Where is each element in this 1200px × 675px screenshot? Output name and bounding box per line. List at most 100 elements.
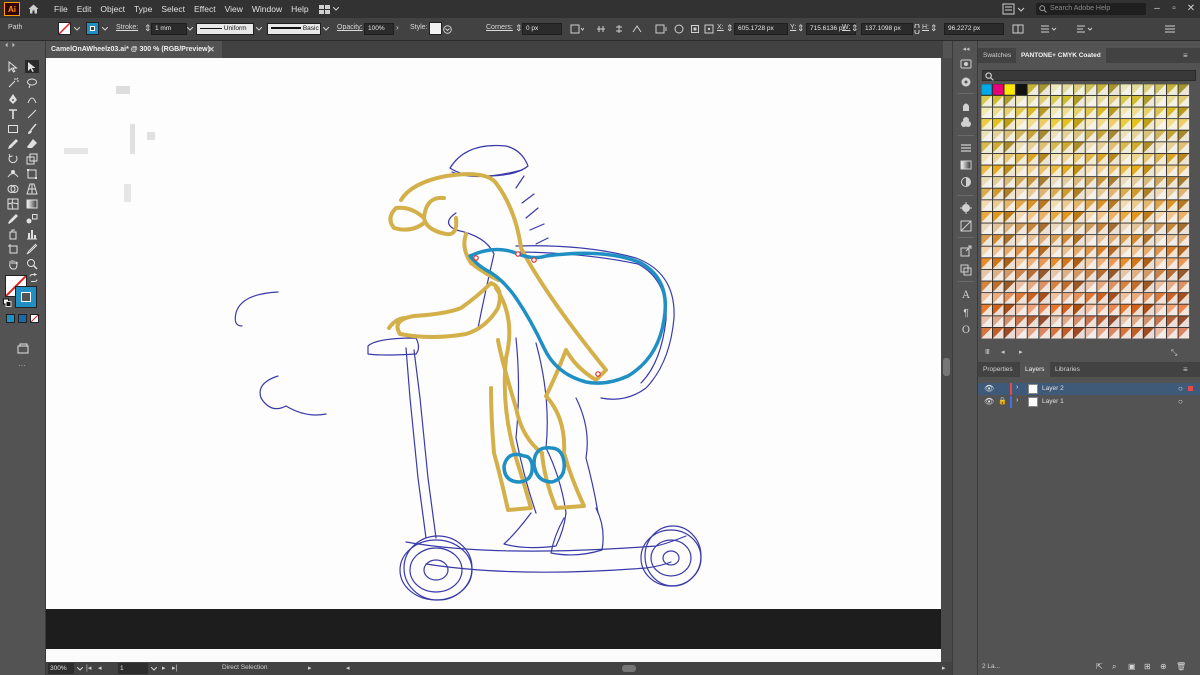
menu-type[interactable]: Type xyxy=(134,4,152,14)
swatch-cell[interactable] xyxy=(1131,304,1144,316)
swatch-cell[interactable] xyxy=(1119,234,1132,247)
swatch-cell[interactable] xyxy=(1131,188,1144,200)
brushes-panel-icon[interactable] xyxy=(959,115,973,128)
swatch-cell[interactable] xyxy=(1085,234,1097,247)
swatch-cell[interactable] xyxy=(1027,84,1039,96)
swatch-cell[interactable] xyxy=(1027,199,1039,212)
swatch-cell[interactable] xyxy=(1177,292,1190,305)
selection-tool-icon[interactable] xyxy=(6,60,20,73)
swatch-cell[interactable] xyxy=(1073,141,1086,154)
swatch-cell[interactable] xyxy=(1177,118,1190,131)
rotate-tool-icon[interactable] xyxy=(6,152,20,165)
swatch-cell[interactable] xyxy=(981,315,993,328)
swatch-cell[interactable] xyxy=(981,95,993,107)
swatch-cell[interactable] xyxy=(1131,292,1144,305)
swatch-cell[interactable] xyxy=(1131,118,1144,131)
swatch-cell[interactable] xyxy=(1108,188,1120,200)
opentype-panel-icon[interactable]: O xyxy=(959,324,973,337)
swatch-cell[interactable] xyxy=(1085,304,1097,316)
style-dropdown-icon[interactable] xyxy=(443,25,452,34)
swatch-cell[interactable] xyxy=(1108,280,1120,293)
swatch-cell[interactable] xyxy=(1108,84,1120,96)
swatch-cell[interactable] xyxy=(981,211,993,223)
swatch-cell[interactable] xyxy=(992,164,1004,177)
swatch-cell[interactable] xyxy=(1108,95,1120,107)
swatch-cell[interactable] xyxy=(1085,327,1097,339)
swatch-cell[interactable] xyxy=(1154,269,1167,281)
swatch-cell[interactable] xyxy=(1154,211,1167,223)
swatch-cell[interactable] xyxy=(1050,118,1062,131)
swatch-cell[interactable] xyxy=(1096,153,1109,165)
x-stepper-icon[interactable]: ⇕ xyxy=(726,23,734,34)
swatch-cell[interactable] xyxy=(1038,176,1051,189)
swatch-cell[interactable] xyxy=(1073,257,1086,270)
swatch-cell[interactable] xyxy=(1061,246,1074,258)
swatch-cell[interactable] xyxy=(1166,176,1178,189)
swatch-cell[interactable] xyxy=(1061,211,1074,223)
swatch-cell[interactable] xyxy=(1154,153,1167,165)
swatch-cell[interactable] xyxy=(1143,246,1155,258)
swatch-cell[interactable] xyxy=(1015,176,1028,189)
swatch-cell[interactable] xyxy=(1119,315,1132,328)
opacity-label[interactable]: Opacity: xyxy=(337,24,363,31)
swatch-cell[interactable] xyxy=(1061,106,1074,119)
swatch-cell[interactable] xyxy=(1073,199,1086,212)
swatch-cell[interactable] xyxy=(1061,153,1074,165)
swatch-cell[interactable] xyxy=(1027,164,1039,177)
swatch-cell[interactable] xyxy=(1015,199,1028,212)
align-icon[interactable] xyxy=(570,24,584,34)
swatch-cell[interactable] xyxy=(1154,257,1167,270)
swatch-cell[interactable] xyxy=(1177,106,1190,119)
swatch-cell[interactable] xyxy=(1131,84,1144,96)
control-bar-menu-icon[interactable] xyxy=(1164,24,1176,34)
swatch-cell[interactable] xyxy=(1038,118,1051,131)
layer-row-layer-1[interactable]: 👁 🔒 › Layer 1 ○ xyxy=(978,396,1200,408)
swatch-cell[interactable] xyxy=(1038,211,1051,223)
swatch-cell[interactable] xyxy=(1143,280,1155,293)
swatch-cell[interactable] xyxy=(1177,211,1190,223)
swatch-cell[interactable] xyxy=(1027,95,1039,107)
swatch-cell[interactable] xyxy=(1027,141,1039,154)
swatch-cell[interactable] xyxy=(1131,199,1144,212)
swatch-cell[interactable] xyxy=(1177,269,1190,281)
swatch-cell[interactable] xyxy=(992,257,1004,270)
swatch-cell[interactable] xyxy=(1096,292,1109,305)
edit-toolbar-icon[interactable]: ··· xyxy=(18,361,26,370)
swatch-cell[interactable] xyxy=(1108,292,1120,305)
swatch-cell[interactable] xyxy=(981,280,993,293)
swatch-cell[interactable] xyxy=(1085,315,1097,328)
swatch-cell[interactable] xyxy=(1096,327,1109,339)
swatch-cell[interactable] xyxy=(1096,280,1109,293)
swatch-cell[interactable] xyxy=(1003,84,1016,96)
swatch-cell[interactable] xyxy=(1073,315,1086,328)
swatch-cell[interactable] xyxy=(1061,280,1074,293)
zoom-dropdown-icon[interactable] xyxy=(77,667,83,671)
swatch-cell[interactable] xyxy=(1003,95,1016,107)
corners-label[interactable]: Corners: xyxy=(486,24,513,31)
swatch-cell[interactable] xyxy=(1096,304,1109,316)
swatches-panel-menu-icon[interactable]: ≡ xyxy=(1178,48,1193,63)
swatch-cell[interactable] xyxy=(1073,188,1086,200)
swatch-cell[interactable] xyxy=(1050,246,1062,258)
swatch-cell[interactable] xyxy=(981,292,993,305)
line-segment-tool-icon[interactable] xyxy=(25,107,39,120)
isolate-icon[interactable] xyxy=(690,24,700,34)
arrange-icon[interactable] xyxy=(1076,24,1094,34)
swatch-cell[interactable] xyxy=(1166,234,1178,247)
swatch-cell[interactable] xyxy=(1015,257,1028,270)
swatch-cell[interactable] xyxy=(1119,164,1132,177)
distribute-icon[interactable] xyxy=(596,24,606,34)
swatch-cell[interactable] xyxy=(1177,304,1190,316)
swatch-cell[interactable] xyxy=(1154,106,1167,119)
visibility-eye-icon[interactable]: 👁 xyxy=(984,397,994,406)
gradient-mode-icon[interactable] xyxy=(18,314,27,323)
swatch-cell[interactable] xyxy=(1166,269,1178,281)
transparency-panel-icon[interactable] xyxy=(959,175,973,188)
swatch-cell[interactable] xyxy=(1061,84,1074,96)
swatch-cell[interactable] xyxy=(1096,315,1109,328)
swatch-cell[interactable] xyxy=(1131,176,1144,189)
swatch-cell[interactable] xyxy=(1073,153,1086,165)
swatch-cell[interactable] xyxy=(1085,130,1097,142)
swatch-cell[interactable] xyxy=(1085,95,1097,107)
new-sublayer-icon[interactable]: ⊞ xyxy=(1144,662,1151,671)
